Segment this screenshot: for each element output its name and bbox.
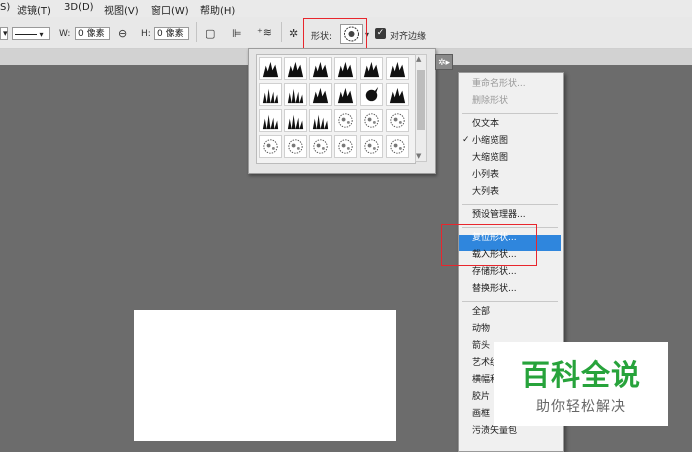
menu-separator — [462, 204, 558, 205]
path-alignment-icon[interactable]: ⊫ — [232, 28, 242, 40]
grass-shape-icon[interactable] — [259, 83, 282, 106]
scroll-down-icon[interactable]: ▼ — [416, 152, 421, 160]
stain-shape-icon[interactable] — [360, 135, 383, 158]
watermark-title: 百科全说 — [520, 358, 641, 392]
menu-item[interactable]: 存储形状... — [472, 265, 517, 280]
stroke-line-icon — [15, 34, 37, 35]
flame-shape-icon[interactable] — [386, 57, 409, 80]
menu-item[interactable]: 胶片 — [472, 390, 490, 405]
align-edges-label: 对齐边缘 — [390, 32, 427, 42]
splash-shape-icon[interactable] — [360, 83, 383, 106]
flame-shape-icon[interactable] — [309, 83, 332, 106]
stain-shape-icon[interactable] — [386, 135, 409, 158]
grass-shape-icon[interactable] — [259, 109, 282, 132]
width-field[interactable]: 0 像素 — [75, 27, 110, 40]
align-edges-checkbox[interactable]: ✓ — [375, 28, 386, 39]
document-canvas[interactable] — [134, 310, 396, 441]
menu-item[interactable]: 动物 — [472, 322, 490, 337]
annotation-box-shape — [303, 18, 367, 51]
menu-filter[interactable]: 滤镜(T) — [17, 2, 51, 17]
stain-shape-icon[interactable] — [309, 135, 332, 158]
menu-item[interactable]: 箭头 — [472, 339, 490, 354]
height-label: H: — [141, 29, 151, 39]
menu-item[interactable]: 大缩览图 — [472, 151, 508, 166]
menu-window[interactable]: 窗口(W) — [151, 2, 189, 17]
width-label: W: — [59, 29, 71, 39]
scrollbar-thumb[interactable] — [417, 70, 425, 130]
menu-view[interactable]: 视图(V) — [104, 2, 139, 17]
chevron-down-icon: ▾ — [37, 30, 44, 39]
stain-shape-icon[interactable] — [386, 109, 409, 132]
scroll-up-icon[interactable]: ▲ — [416, 55, 421, 63]
menu-separator — [462, 113, 558, 114]
menu-item[interactable]: 全部 — [472, 305, 490, 320]
stain-shape-icon[interactable] — [360, 109, 383, 132]
flame-shape-icon[interactable] — [386, 83, 409, 106]
plant-shape-icon[interactable] — [309, 109, 332, 132]
menu-item[interactable]: 仅文本 — [472, 117, 499, 132]
divider — [281, 22, 282, 42]
menu-help[interactable]: 帮助(H) — [200, 2, 235, 17]
path-arrangement-icon[interactable]: ⁺≋ — [257, 27, 272, 39]
menu-item[interactable]: 预设管理器... — [472, 208, 526, 223]
stain-shape-icon[interactable] — [284, 135, 307, 158]
stroke-width-dropdown[interactable]: ▾ — [0, 27, 8, 40]
tree-shape-icon[interactable] — [284, 109, 307, 132]
divider — [196, 22, 197, 42]
flame-shape-icon[interactable] — [360, 57, 383, 80]
menu-item[interactable]: 小列表 — [472, 168, 499, 183]
flame-shape-icon[interactable] — [259, 57, 282, 80]
menu-separator — [462, 301, 558, 302]
flame-shape-icon[interactable] — [334, 83, 357, 106]
menu-item[interactable]: 小缩览图 — [472, 134, 508, 149]
height-field[interactable]: 0 像素 — [154, 27, 189, 40]
menu-item[interactable]: 删除形状 — [472, 94, 508, 109]
menu-item[interactable]: 重命名形状... — [472, 77, 526, 92]
menu-select[interactable]: S) — [0, 2, 10, 13]
stain-shape-icon[interactable] — [334, 135, 357, 158]
checkmark-icon: ✓ — [462, 135, 470, 145]
flame-shape-icon[interactable] — [284, 57, 307, 80]
watermark-subtitle: 助你轻松解决 — [536, 399, 626, 415]
menu-item[interactable]: 画框 — [472, 407, 490, 422]
panel-settings-gear-icon[interactable]: ✲▸ — [435, 54, 453, 70]
flammable-shape-icon[interactable] — [309, 57, 332, 80]
check-icon: ✓ — [376, 28, 385, 38]
menu-bar: S) 滤镜(T) 3D(D) 视图(V) 窗口(W) 帮助(H) — [0, 0, 692, 17]
menu-item[interactable]: 大列表 — [472, 185, 499, 200]
gear-icon[interactable]: ✲ — [289, 28, 298, 40]
path-operations-icon[interactable]: ▢ — [205, 28, 215, 40]
stain-shape-icon[interactable] — [334, 109, 357, 132]
flame-shape-icon[interactable] — [334, 57, 357, 80]
menu-3d[interactable]: 3D(D) — [64, 2, 94, 13]
stain-shape-icon[interactable] — [259, 135, 282, 158]
menu-item[interactable]: 替换形状... — [472, 282, 517, 297]
link-icon[interactable]: ⊖ — [118, 28, 127, 40]
stroke-type-dropdown[interactable]: ▾ — [12, 27, 50, 40]
grass-shape-icon[interactable] — [284, 83, 307, 106]
annotation-box-reset — [441, 224, 537, 266]
menu-item[interactable]: 污渍矢量包 — [472, 424, 517, 439]
